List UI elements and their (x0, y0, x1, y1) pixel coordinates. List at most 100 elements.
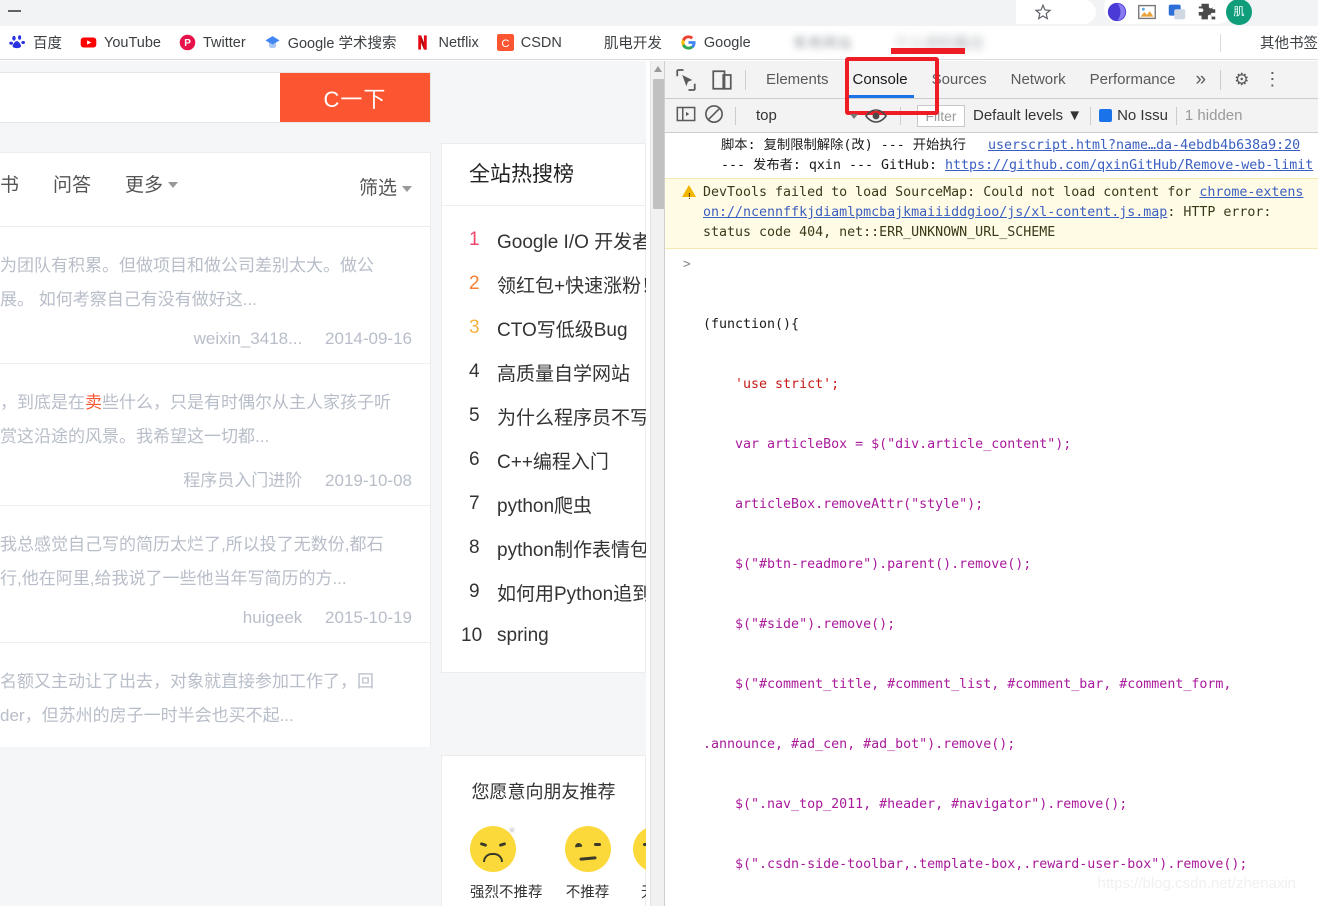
tab-console[interactable]: Console (841, 61, 920, 98)
bookmark-google[interactable]: Google (671, 30, 760, 56)
web-page-viewport: C一下 书 问答 更多 筛选 相关结果约246个 为团队有积累。但做项目和做公司… (0, 61, 646, 906)
more-tabs-icon[interactable]: » (1188, 69, 1215, 91)
tab-elements[interactable]: Elements (754, 61, 841, 98)
live-expression-icon[interactable] (864, 104, 892, 128)
inspect-cursor-icon[interactable] (671, 65, 701, 95)
result-item[interactable]: ，到底是在卖些什么，只是有时偶尔从主人家孩子听 赏这沿途的风景。我希望这一切都.… (0, 364, 430, 506)
clear-console-icon[interactable] (701, 101, 727, 131)
survey-option[interactable]: 不推荐 (564, 826, 611, 902)
execution-context-select[interactable]: top (744, 107, 864, 124)
warning-text-1: DevTools failed to load SourceMap: Could… (703, 185, 1200, 200)
netflix-icon (414, 34, 431, 51)
tab-network[interactable]: Network (999, 61, 1078, 98)
devtools-panel: Elements Console Sources Network Perform… (664, 57, 1318, 906)
kebab-menu-icon[interactable]: ⋮ (1256, 69, 1288, 90)
hot-item[interactable]: 1 Google I/O 开发者大 (442, 218, 646, 262)
bookmark-other-bookmarks[interactable]: 其他书签 (1227, 30, 1318, 56)
toolbar-divider (900, 106, 901, 125)
hidden-messages-count: 1 hidden (1184, 107, 1243, 124)
result-snippet-line: 我总感觉自己写的简历太烂了,所以投了无数份,都石 (0, 535, 384, 554)
extension-translate-icon[interactable] (1166, 1, 1188, 23)
result-snippet-line: 为团队有积累。但做项目和做公司差别太大。做公 (0, 256, 374, 275)
chevron-down-icon (850, 114, 858, 119)
result-item[interactable]: 名额又主动让了出去，对象就直接参加工作了，回 der，但苏州的房子一时半会也买不… (0, 643, 430, 747)
scrollbar-thumb[interactable] (653, 79, 664, 209)
result-snippet-line: 名额又主动让了出去，对象就直接参加工作了，回 (0, 672, 374, 691)
minimize-button[interactable] (8, 10, 21, 12)
hot-item[interactable]: 2 领红包+快速涨粉！( (442, 262, 646, 306)
hot-text: 为什么程序员不写文 (497, 407, 646, 429)
bookmark-star-icon[interactable] (1034, 3, 1052, 21)
log-levels-select[interactable]: Default levels ▼ (973, 107, 1082, 124)
warning-link-2[interactable]: on://ncennffkjdiamlpmcbajkmaiiiddgioo/js… (703, 205, 1167, 220)
survey-option-label: 强烈不推荐 (470, 885, 543, 901)
bookmark-twitter[interactable]: P Twitter (170, 30, 255, 56)
console-input-expression[interactable]: > (function(){ 'use strict'; var article… (665, 249, 1318, 906)
hot-rank: 2 (469, 273, 480, 294)
bookmark-folder-blurred-1[interactable]: 常用网站 (760, 30, 862, 56)
source-link[interactable]: userscript.html?name…da-4ebdb4b638a9:20 (988, 138, 1300, 153)
issues-label: No Issu (1117, 107, 1168, 124)
warning-triangle-icon (682, 185, 696, 207)
hot-rank: 8 (469, 537, 480, 558)
chevron-down-icon (168, 182, 179, 189)
result-item[interactable]: 为团队有积累。但做项目和做公司差别太大。做公 展。 如何考察自己有没有做好这..… (0, 227, 430, 364)
hot-item[interactable]: 6 C++编程入门 (442, 438, 645, 482)
snippet-highlight: 卖 (85, 393, 102, 412)
device-toolbar-icon[interactable] (707, 65, 737, 95)
chevron-down-icon (402, 185, 412, 192)
bookmark-label: Netflix (438, 34, 479, 51)
hot-item[interactable]: 7 python爬虫 (442, 482, 645, 526)
extension-purple-icon[interactable] (1106, 1, 1128, 23)
tab-more-label: 更多 (125, 174, 164, 196)
warning-link-1[interactable]: chrome-extens (1199, 185, 1303, 200)
survey-option[interactable]: 无所 (632, 826, 646, 902)
bookmark-folder-jidiankaifa[interactable]: 肌电开发 (571, 30, 671, 56)
extension-puzzle-icon[interactable] (1196, 1, 1218, 23)
hot-item[interactable]: 4 高质量自学网站 (442, 350, 645, 394)
tab-books[interactable]: 书 (0, 170, 19, 197)
hot-item[interactable]: 5 为什么程序员不写文 (442, 394, 646, 438)
console-message-script[interactable]: 脚本: 复制限制解除(改) --- 开始执行 userscript.html?n… (665, 134, 1318, 178)
issues-button[interactable]: No Issu (1099, 107, 1168, 124)
result-snippet-line: 赏这沿途的风景。我希望这一切都... (0, 427, 270, 446)
console-sidebar-icon[interactable] (673, 101, 699, 131)
result-item[interactable]: 我总感觉自己写的简历太烂了,所以投了无数份,都石 行,他在阿里,给我说了一些他当… (0, 506, 430, 643)
tab-sources[interactable]: Sources (920, 61, 999, 98)
tab-more[interactable]: 更多 (125, 170, 179, 197)
bookmark-google-scholar[interactable]: Google 学术搜索 (255, 30, 406, 56)
bookmark-label: Twitter (202, 34, 246, 51)
hot-rank: 6 (469, 449, 480, 470)
warning-line-1: DevTools failed to load SourceMap: Could… (703, 183, 1312, 203)
gear-icon[interactable]: ⚙ (1227, 70, 1256, 90)
code-line: $("#side").remove(); (703, 617, 896, 632)
bookmark-csdn[interactable]: C CSDN (488, 30, 571, 56)
filter-button[interactable]: 筛选 (359, 173, 412, 200)
console-warning-message[interactable]: DevTools failed to load SourceMap: Could… (665, 178, 1318, 249)
omnibox-right-edge[interactable] (1016, 0, 1096, 24)
red-annotation-underline (891, 48, 965, 54)
filter-input[interactable]: Filter (917, 104, 965, 127)
tab-performance[interactable]: Performance (1078, 61, 1188, 98)
bookmark-label: 常用网站 (792, 34, 853, 51)
survey-option[interactable]: ✷ 强烈不推荐 (470, 825, 543, 902)
bookmark-netflix[interactable]: Netflix (405, 30, 487, 56)
hot-item[interactable]: 9 如何用Python追到女 (442, 570, 646, 614)
bookmark-label: Google 学术搜索 (287, 36, 397, 52)
page-scrollbar[interactable] (650, 61, 664, 906)
bookmark-baidu[interactable]: 百度 (0, 30, 71, 56)
tab-qa[interactable]: 问答 (53, 170, 91, 197)
bookmark-youtube[interactable]: YouTube (71, 30, 170, 56)
code-line: 'use strict'; (703, 377, 840, 392)
hot-rank: 1 (469, 229, 480, 250)
extension-image-icon[interactable] (1136, 1, 1158, 23)
profile-avatar-icon[interactable]: 肌 (1226, 0, 1252, 25)
hot-text: C++编程入门 (497, 451, 609, 473)
hot-item[interactable]: 3 CTO写低级Bug (442, 306, 645, 350)
code-line: .announce, #ad_cen, #ad_bot").remove(); (703, 737, 1016, 752)
search-button[interactable]: C一下 (280, 73, 430, 122)
scroll-up-arrow-icon[interactable] (654, 66, 662, 72)
hot-item[interactable]: 8 python制作表情包 (442, 526, 646, 570)
github-link[interactable]: https://github.com/qxinGitHub/Remove-web… (945, 158, 1313, 173)
hot-item[interactable]: 10 spring (442, 614, 645, 658)
